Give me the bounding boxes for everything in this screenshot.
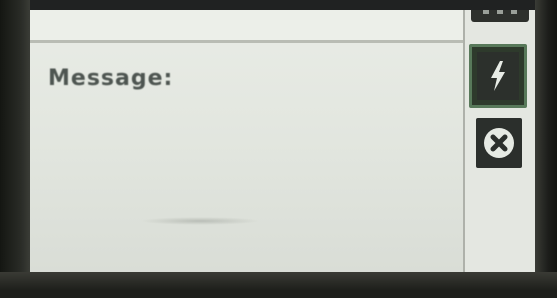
- device-bezel-top: [0, 0, 557, 10]
- cancel-button[interactable]: [476, 118, 522, 168]
- device-bezel-right: [535, 0, 557, 298]
- flash-button[interactable]: [469, 44, 527, 108]
- side-button-column: [463, 10, 535, 272]
- device-bezel-left: [0, 0, 30, 298]
- more-button[interactable]: [471, 10, 529, 22]
- cancel-icon: [484, 128, 514, 158]
- message-label: Message:: [48, 66, 174, 91]
- previous-panel-edge: [30, 10, 463, 43]
- device-screen: Message:: [30, 10, 535, 272]
- screen-smudge: [140, 217, 260, 225]
- lightning-bolt-icon: [491, 61, 505, 91]
- device-bezel-bottom: [0, 272, 557, 298]
